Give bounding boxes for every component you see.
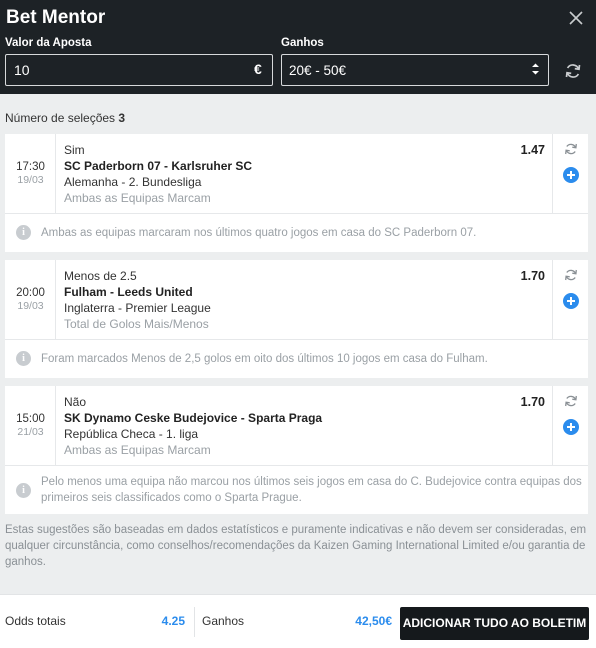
selection-actions — [552, 386, 588, 466]
stake-input[interactable] — [5, 54, 273, 86]
add-selection-icon[interactable] — [563, 419, 579, 435]
selection-count: Número de seleções 3 — [5, 111, 125, 125]
currency-symbol: € — [254, 61, 262, 77]
kickoff-column: 17:30 19/03 — [5, 134, 56, 214]
swap-selection-icon[interactable] — [563, 393, 579, 409]
selection-pick: Sim — [64, 143, 85, 157]
selection-card: 17:30 19/03 Sim SC Paderborn 07 - Karlsr… — [5, 134, 588, 252]
market-name: Total de Golos Mais/Menos — [64, 317, 209, 331]
selection-odds: 1.70 — [520, 395, 545, 409]
page-title: Bet Mentor — [6, 7, 106, 28]
footer-divider — [194, 607, 195, 637]
info-icon: i — [16, 225, 31, 240]
selection-card: 20:00 19/03 Menos de 2.5 Fulham - Leeds … — [5, 260, 588, 378]
add-selection-icon[interactable] — [563, 293, 579, 309]
market-name: Ambas as Equipas Marcam — [64, 443, 211, 457]
total-winnings-value: 42,50€ — [355, 614, 392, 628]
match-name: Fulham - Leeds United — [64, 285, 193, 299]
selection-info: Não SK Dynamo Ceske Budejovice - Sparta … — [64, 394, 544, 458]
kickoff-time: 17:30 — [16, 161, 45, 173]
selection-main: 20:00 19/03 Menos de 2.5 Fulham - Leeds … — [5, 260, 588, 340]
kickoff-date: 19/03 — [17, 174, 44, 186]
selection-pick: Menos de 2.5 — [64, 269, 137, 283]
selection-info: Sim SC Paderborn 07 - Karlsruher SC Alem… — [64, 142, 544, 206]
info-icon: i — [16, 483, 31, 498]
match-name: SK Dynamo Ceske Budejovice - Sparta Prag… — [64, 411, 323, 425]
kickoff-date: 19/03 — [17, 300, 44, 312]
total-winnings-label: Ganhos — [202, 614, 245, 628]
selection-main: 15:00 21/03 Não SK Dynamo Ceske Budejovi… — [5, 386, 588, 466]
league-name: República Checa - 1. liga — [64, 427, 199, 441]
selection-note: i Pelo menos uma equipa não marcou nos ú… — [5, 466, 588, 514]
winnings-range-select[interactable]: 20€ - 50€ — [281, 54, 549, 86]
market-name: Ambas as Equipas Marcam — [64, 191, 211, 205]
info-icon: i — [16, 351, 31, 366]
kickoff-column: 20:00 19/03 — [5, 260, 56, 340]
selection-info: Menos de 2.5 Fulham - Leeds United Ingla… — [64, 268, 544, 332]
league-name: Inglaterra - Premier League — [64, 301, 211, 315]
selection-count-value: 3 — [118, 111, 126, 125]
kickoff-time: 20:00 — [16, 287, 45, 299]
selection-count-label: Número de seleções — [5, 111, 116, 125]
swap-selection-icon[interactable] — [563, 267, 579, 283]
selection-pick: Não — [64, 395, 87, 409]
selection-note: i Ambas as equipas marcaram nos últimos … — [5, 214, 588, 252]
stake-label: Valor da Aposta — [5, 37, 92, 49]
total-odds-label: Odds totais — [5, 614, 66, 628]
add-selection-icon[interactable] — [563, 167, 579, 183]
kickoff-time: 15:00 — [16, 413, 45, 425]
selection-main: 17:30 19/03 Sim SC Paderborn 07 - Karlsr… — [5, 134, 588, 214]
selection-odds: 1.47 — [520, 143, 545, 157]
note-text: Foram marcados Menos de 2,5 golos em oit… — [41, 353, 488, 365]
select-arrows-icon — [531, 62, 540, 81]
note-text: Ambas as equipas marcaram nos últimos qu… — [41, 227, 477, 239]
league-name: Alemanha - 2. Bundesliga — [64, 175, 202, 189]
note-text: Pelo menos uma equipa não marcou nos últ… — [41, 476, 582, 504]
kickoff-date: 21/03 — [17, 426, 44, 438]
total-odds-value: 4.25 — [161, 614, 185, 628]
winnings-range-value: 20€ - 50€ — [289, 63, 347, 78]
refresh-icon[interactable] — [563, 61, 583, 81]
swap-selection-icon[interactable] — [563, 141, 579, 157]
selection-actions — [552, 134, 588, 214]
footer-bar: Odds totais 4.25 Ganhos 42,50€ ADICIONAR… — [0, 594, 596, 648]
close-icon[interactable] — [566, 8, 586, 28]
bet-mentor-header: Bet Mentor Valor da Aposta € Ganhos 20€ … — [0, 0, 596, 94]
match-name: SC Paderborn 07 - Karlsruher SC — [64, 159, 253, 173]
add-all-to-betslip-button[interactable]: ADICIONAR TUDO AO BOLETIM — [400, 607, 589, 640]
selection-actions — [552, 260, 588, 340]
winnings-label: Ganhos — [281, 37, 324, 49]
selection-card: 15:00 21/03 Não SK Dynamo Ceske Budejovi… — [5, 386, 588, 514]
disclaimer-text: Estas sugestões são baseadas em dados es… — [5, 524, 587, 568]
selection-note: i Foram marcados Menos de 2,5 golos em o… — [5, 340, 588, 378]
kickoff-column: 15:00 21/03 — [5, 386, 56, 466]
selection-odds: 1.70 — [520, 269, 545, 283]
